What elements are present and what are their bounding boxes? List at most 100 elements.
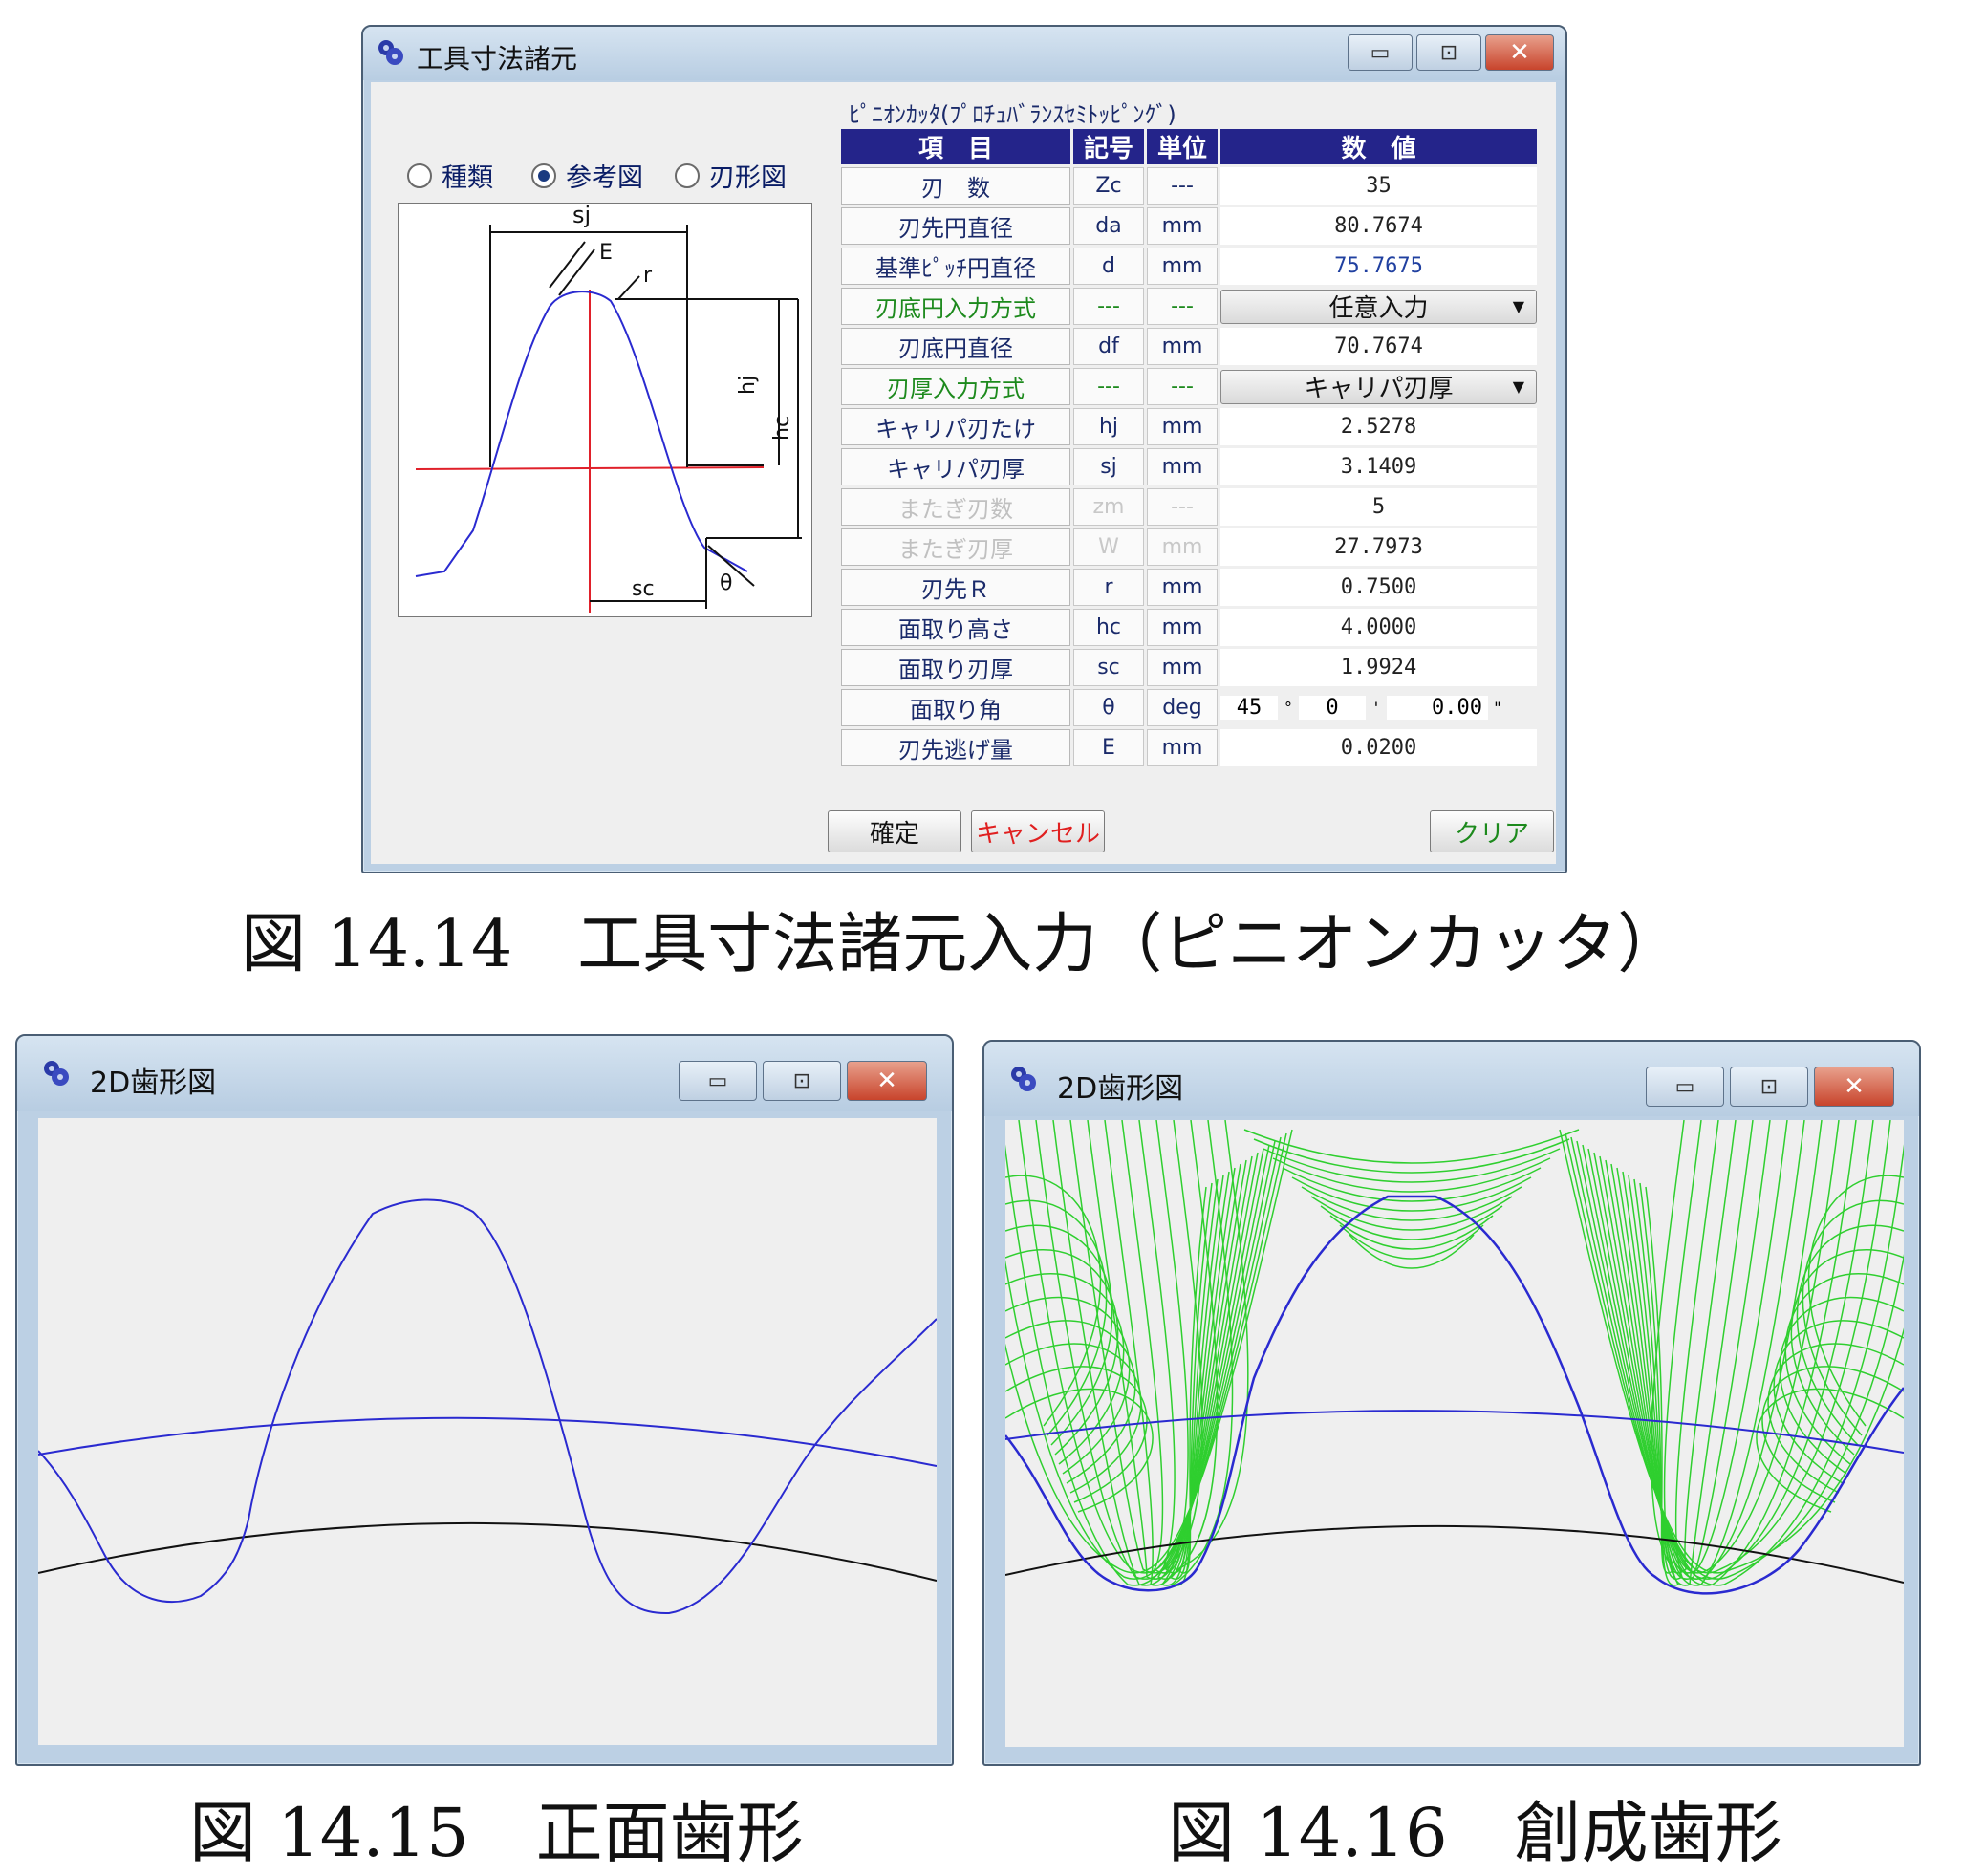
caption-fig-14-16: 図 14.16 創成歯形 [1168,1794,1782,1872]
label-sj: sj [572,203,591,228]
radio-circle [531,162,556,188]
row-label: またぎ刃数 [841,488,1070,526]
minimize-button[interactable]: ▭ [1348,34,1413,71]
row-unit: mm [1147,248,1218,285]
root-diameter-field[interactable]: 70.7674 [1220,328,1537,365]
header-value: 数 値 [1220,129,1537,164]
row-symbol: df [1073,328,1144,365]
table-row: またぎ刃数 zm --- 5 [841,488,1537,526]
thickness-input-mode-select[interactable]: キャリパ刃厚 ▼ [1220,369,1537,404]
chamfer-angle-fields: 45 ° 0 ' 0.00 " [1220,690,1537,725]
dialog-titlebar[interactable]: 工具寸法諸元 ▭ ⊡ ✕ [363,27,1565,80]
span-thickness-value: 27.7973 [1220,528,1537,566]
cancel-button[interactable]: キャンセル [971,810,1105,852]
row-symbol: d [1073,248,1144,285]
row-unit: --- [1147,368,1218,405]
minute-mark: ' [1371,699,1381,717]
row-symbol: E [1073,729,1144,766]
front-profile-canvas [38,1118,937,1745]
row-symbol: hj [1073,408,1144,445]
row-unit: --- [1147,488,1218,526]
maximize-button[interactable]: ⊡ [763,1061,841,1101]
angle-min-field[interactable]: 0 [1299,696,1366,720]
row-unit: deg [1147,689,1218,726]
row-label: 刃先円直径 [841,207,1070,245]
table-row: 刃先Ｒ r mm 0.7500 [841,569,1537,606]
chamfer-thickness-field[interactable]: 1.9924 [1220,649,1537,686]
row-unit: mm [1147,729,1218,766]
front-profile-window: 2D歯形図 ▭ ⊡ ✕ [15,1034,954,1766]
pitch-diameter-value: 75.7675 [1220,248,1537,285]
row-label: キャリパ刃厚 [841,448,1070,485]
row-symbol: sc [1073,649,1144,686]
app-icon [378,40,403,65]
parameter-table: 項 目 記号 単位 数 値 刃 数 Zc --- 35 刃先円直径 da mm … [838,126,1540,769]
angle-sec-field[interactable]: 0.00 [1387,696,1488,720]
label-r: r [643,264,653,288]
row-label: 刃底円直径 [841,328,1070,365]
row-symbol: zm [1073,488,1144,526]
caliper-thickness-field[interactable]: 3.1409 [1220,448,1537,485]
dialog-client: 種類 参考図 刃形図 sj E r hj hc sc θ ﾋﾟﾆｵﾝｶｯﾀ(ﾌﾟ… [371,82,1556,864]
clear-button[interactable]: クリア [1430,810,1554,852]
minimize-icon: ▭ [707,1068,728,1093]
chamfer-height-field[interactable]: 4.0000 [1220,609,1537,646]
row-unit: mm [1147,609,1218,646]
row-label: 基準ﾋﾟｯﾁ円直径 [841,248,1070,285]
minimize-button[interactable]: ▭ [1646,1067,1724,1107]
close-button[interactable]: ✕ [847,1061,927,1101]
table-row: 面取り角 θ deg 45 ° 0 ' 0.00 " [841,689,1537,726]
chevron-down-icon: ▼ [1512,297,1524,315]
row-unit: mm [1147,569,1218,606]
close-button[interactable]: ✕ [1485,34,1554,71]
row-label: 面取り角 [841,689,1070,726]
front-profile-titlebar[interactable]: 2D歯形図 ▭ ⊡ ✕ [17,1036,952,1111]
radio-type-label: 種類 [442,163,493,193]
reference-figure: sj E r hj hc sc θ [398,203,812,617]
tip-radius-field[interactable]: 0.7500 [1220,569,1537,606]
caption-fig-14-14: 図 14.14 工具寸法諸元入力（ピニオンカッタ） [241,907,1683,982]
minimize-button[interactable]: ▭ [679,1061,757,1101]
row-unit: mm [1147,328,1218,365]
row-symbol: --- [1073,368,1144,405]
header-unit: 単位 [1147,129,1218,164]
tip-relief-field[interactable]: 0.0200 [1220,729,1537,766]
row-symbol: da [1073,207,1144,245]
maximize-button[interactable]: ⊡ [1730,1067,1808,1107]
minimize-icon: ▭ [1370,40,1391,65]
maximize-icon: ⊡ [1759,1074,1779,1099]
table-row: 面取り刃厚 sc mm 1.9924 [841,649,1537,686]
row-label: 刃 数 [841,167,1070,205]
row-label: またぎ刃厚 [841,528,1070,566]
row-symbol: sj [1073,448,1144,485]
tip-diameter-field[interactable]: 80.7674 [1220,207,1537,245]
caliper-height-field[interactable]: 2.5278 [1220,408,1537,445]
dialog-title: 工具寸法諸元 [417,43,578,75]
row-unit: mm [1147,448,1218,485]
maximize-button[interactable]: ⊡ [1416,34,1481,71]
radio-reference-label: 参考図 [566,163,643,193]
generated-profile-titlebar[interactable]: 2D歯形図 ▭ ⊡ ✕ [984,1042,1919,1116]
maximize-icon: ⊡ [1439,40,1458,65]
label-E: E [599,241,613,265]
caption-fig-14-15: 図 14.15 正面歯形 [189,1794,804,1872]
label-theta: θ [720,571,732,595]
radio-blade-figure[interactable]: 刃形図 [675,157,787,194]
close-button[interactable]: ✕ [1814,1067,1894,1107]
root-input-mode-select[interactable]: 任意入力 ▼ [1220,289,1537,324]
radio-type[interactable]: 種類 [407,157,493,194]
row-label: 刃厚入力方式 [841,368,1070,405]
row-label: 刃先Ｒ [841,569,1070,606]
ok-button[interactable]: 確定 [828,810,961,852]
table-row: またぎ刃厚 W mm 27.7973 [841,528,1537,566]
row-symbol: --- [1073,288,1144,325]
generated-profile-title: 2D歯形図 [1057,1072,1184,1106]
label-hc: hc [770,416,794,441]
generated-profile-canvas [1005,1120,1904,1747]
radio-reference-figure[interactable]: 参考図 [531,157,643,194]
angle-deg-field[interactable]: 45 [1220,696,1278,720]
table-row: 刃 数 Zc --- 35 [841,167,1537,205]
table-row: 刃先逃げ量 E mm 0.0200 [841,729,1537,766]
chamfer-angle-cell: 45 ° 0 ' 0.00 " [1220,689,1537,726]
teeth-count-field[interactable]: 35 [1220,167,1537,205]
